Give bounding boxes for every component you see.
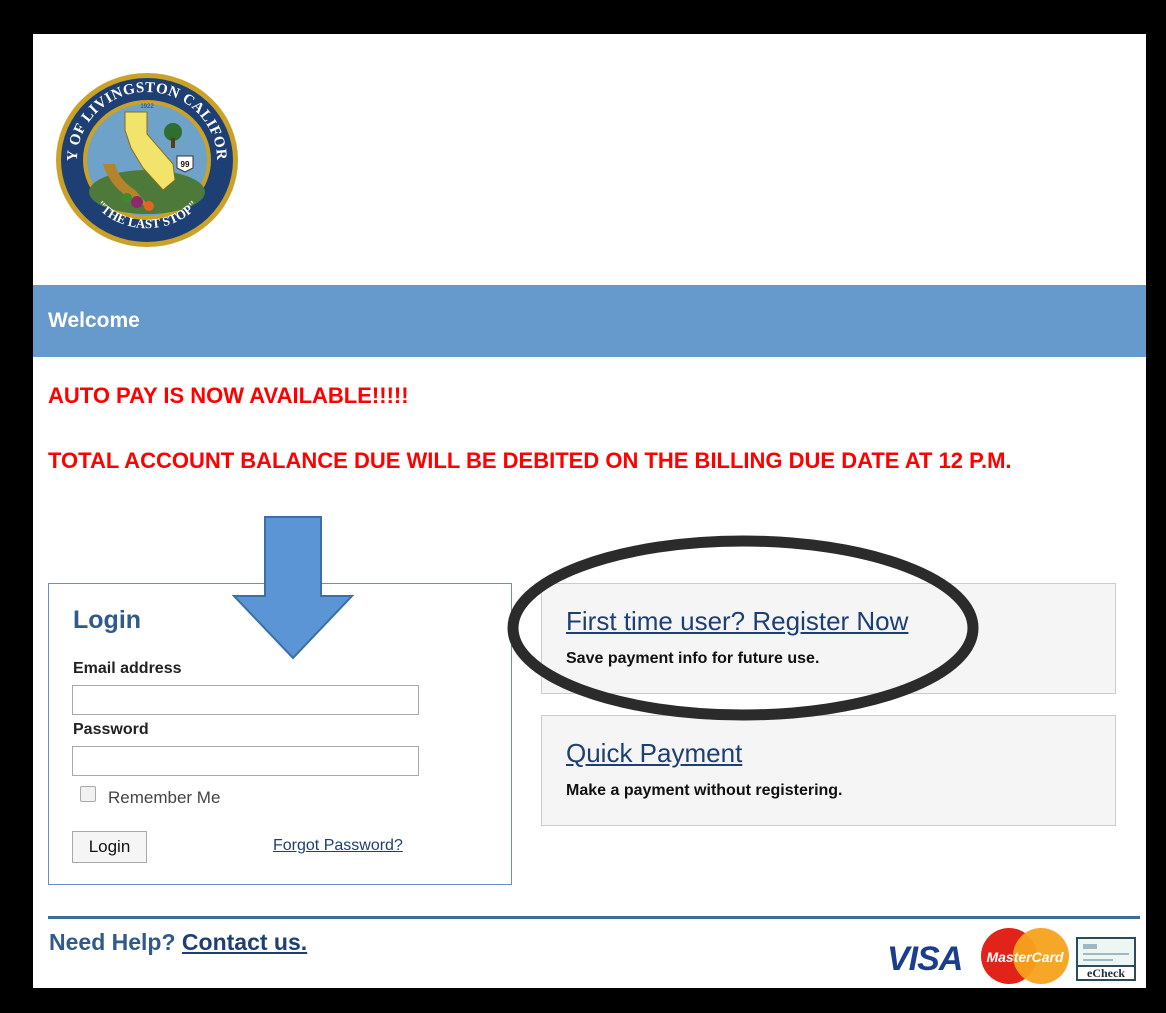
payment-methods: VISA MasterCard eCheck xyxy=(887,928,1136,984)
quick-payment-panel: Quick Payment Make a payment without reg… xyxy=(541,715,1116,826)
footer-divider xyxy=(48,916,1140,919)
quick-payment-description: Make a payment without registering. xyxy=(566,782,843,799)
quick-payment-link[interactable]: Quick Payment xyxy=(566,738,742,769)
mastercard-icon: MasterCard xyxy=(981,928,1069,984)
autopay-notice: AUTO PAY IS NOW AVAILABLE!!!!! xyxy=(48,383,409,408)
remember-me-checkbox[interactable] xyxy=(80,786,96,802)
echeck-icon: eCheck xyxy=(1076,937,1136,981)
need-help-text: Need Help? xyxy=(49,929,176,955)
welcome-title: Welcome xyxy=(48,309,140,332)
password-input[interactable] xyxy=(72,746,419,776)
password-label: Password xyxy=(73,721,149,738)
logo-route: 99 xyxy=(181,160,190,169)
welcome-bar: Welcome xyxy=(33,285,1146,357)
need-help: Need Help? Contact us. xyxy=(49,929,307,956)
annotation-ellipse xyxy=(507,535,979,721)
login-button[interactable]: Login xyxy=(72,831,147,863)
visa-icon: VISA xyxy=(887,940,963,978)
mastercard-label: MasterCard xyxy=(986,949,1063,965)
forgot-password-link[interactable]: Forgot Password? xyxy=(273,837,403,855)
contact-us-link[interactable]: Contact us. xyxy=(182,929,307,955)
echeck-label: eCheck xyxy=(1087,966,1125,980)
debit-notice: TOTAL ACCOUNT BALANCE DUE WILL BE DEBITE… xyxy=(48,448,1012,473)
annotation-arrow-icon xyxy=(231,516,355,660)
city-seal-logo: 99 CITY OF LIVINGSTON CALIFORNIA "THE LA… xyxy=(55,72,238,247)
page: 99 CITY OF LIVINGSTON CALIFORNIA "THE LA… xyxy=(33,34,1146,988)
remember-me-label[interactable]: Remember Me xyxy=(108,788,220,808)
login-title: Login xyxy=(73,606,142,634)
email-input[interactable] xyxy=(72,685,419,715)
logo-year: 1922 xyxy=(140,104,154,110)
visa-label: VISA xyxy=(887,940,962,978)
email-label: Email address xyxy=(73,660,182,677)
